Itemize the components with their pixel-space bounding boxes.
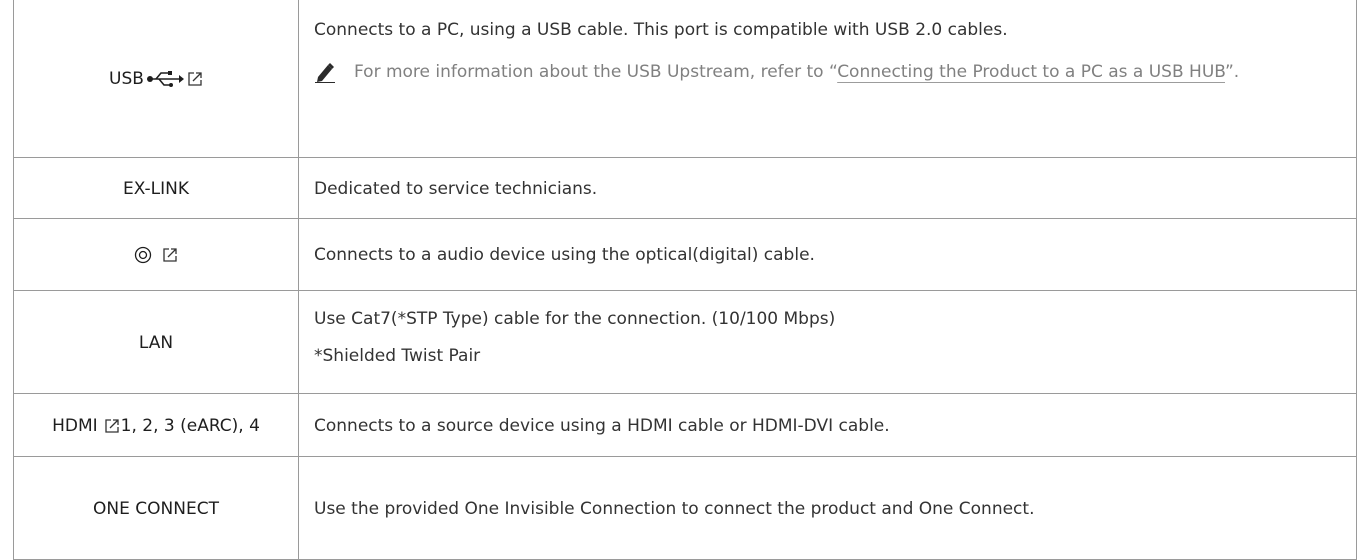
table-row-exlink: EX-LINK Dedicated to service technicians… — [14, 157, 1356, 219]
port-cell-usb: USB — [14, 0, 299, 157]
desc-exlink: Dedicated to service technicians. — [314, 178, 598, 199]
table-row-hdmi: HDMI 1, 2, 3 (eARC), 4 Connects to a sou… — [14, 393, 1356, 457]
note-prefix: For more information about the USB Upstr… — [354, 62, 838, 82]
optical-port-icon — [134, 246, 152, 264]
note-link[interactable]: Connecting the Product to a PC as a USB … — [837, 62, 1225, 82]
port-label-hdmi: HDMI — [52, 415, 98, 436]
external-link-icon — [188, 71, 202, 86]
desc-hdmi: Connects to a source device using a HDMI… — [314, 415, 890, 436]
table-row-oneconnect: ONE CONNECT Use the provided One Invisib… — [14, 456, 1356, 560]
hdmi-port-icon — [104, 418, 119, 433]
port-label-lan: LAN — [14, 291, 299, 394]
desc-optical: Connects to a audio device using the opt… — [314, 245, 815, 265]
table-row-usb: USB Connects to a PC, using a USB cable.… — [14, 0, 1356, 157]
desc-usb: Connects to a PC, using a USB cable. Thi… — [314, 20, 1008, 40]
desc-cell-lan: Use Cat7(*STP Type) cable for the connec… — [314, 291, 1348, 394]
port-cell-hdmi: HDMI 1, 2, 3 (eARC), 4 — [14, 394, 299, 457]
external-link-icon — [163, 248, 177, 262]
ports-table: USB Connects to a PC, using a USB cable.… — [13, 0, 1357, 560]
port-label-oneconnect: ONE CONNECT — [14, 457, 299, 560]
table-row-optical: Connects to a audio device using the opt… — [14, 218, 1356, 291]
usb-note: For more information about the USB Upstr… — [314, 55, 1348, 89]
pencil-note-icon — [315, 63, 335, 83]
note-suffix: ”. — [1225, 62, 1240, 82]
table-row-lan: LAN Use Cat7(*STP Type) cable for the co… — [14, 290, 1356, 394]
desc-cell-usb: Connects to a PC, using a USB cable. Thi… — [314, 0, 1348, 157]
port-label-hdmi-numbers: 1, 2, 3 (eARC), 4 — [120, 415, 260, 436]
usb-icon — [146, 70, 184, 87]
desc-lan-footnote: *Shielded Twist Pair — [314, 346, 481, 366]
port-cell-optical — [14, 219, 299, 291]
port-label-usb: USB — [109, 68, 144, 89]
port-label-exlink: EX-LINK — [14, 158, 299, 219]
desc-oneconnect: Use the provided One Invisible Connectio… — [314, 498, 1035, 519]
desc-lan: Use Cat7(*STP Type) cable for the connec… — [314, 309, 836, 329]
